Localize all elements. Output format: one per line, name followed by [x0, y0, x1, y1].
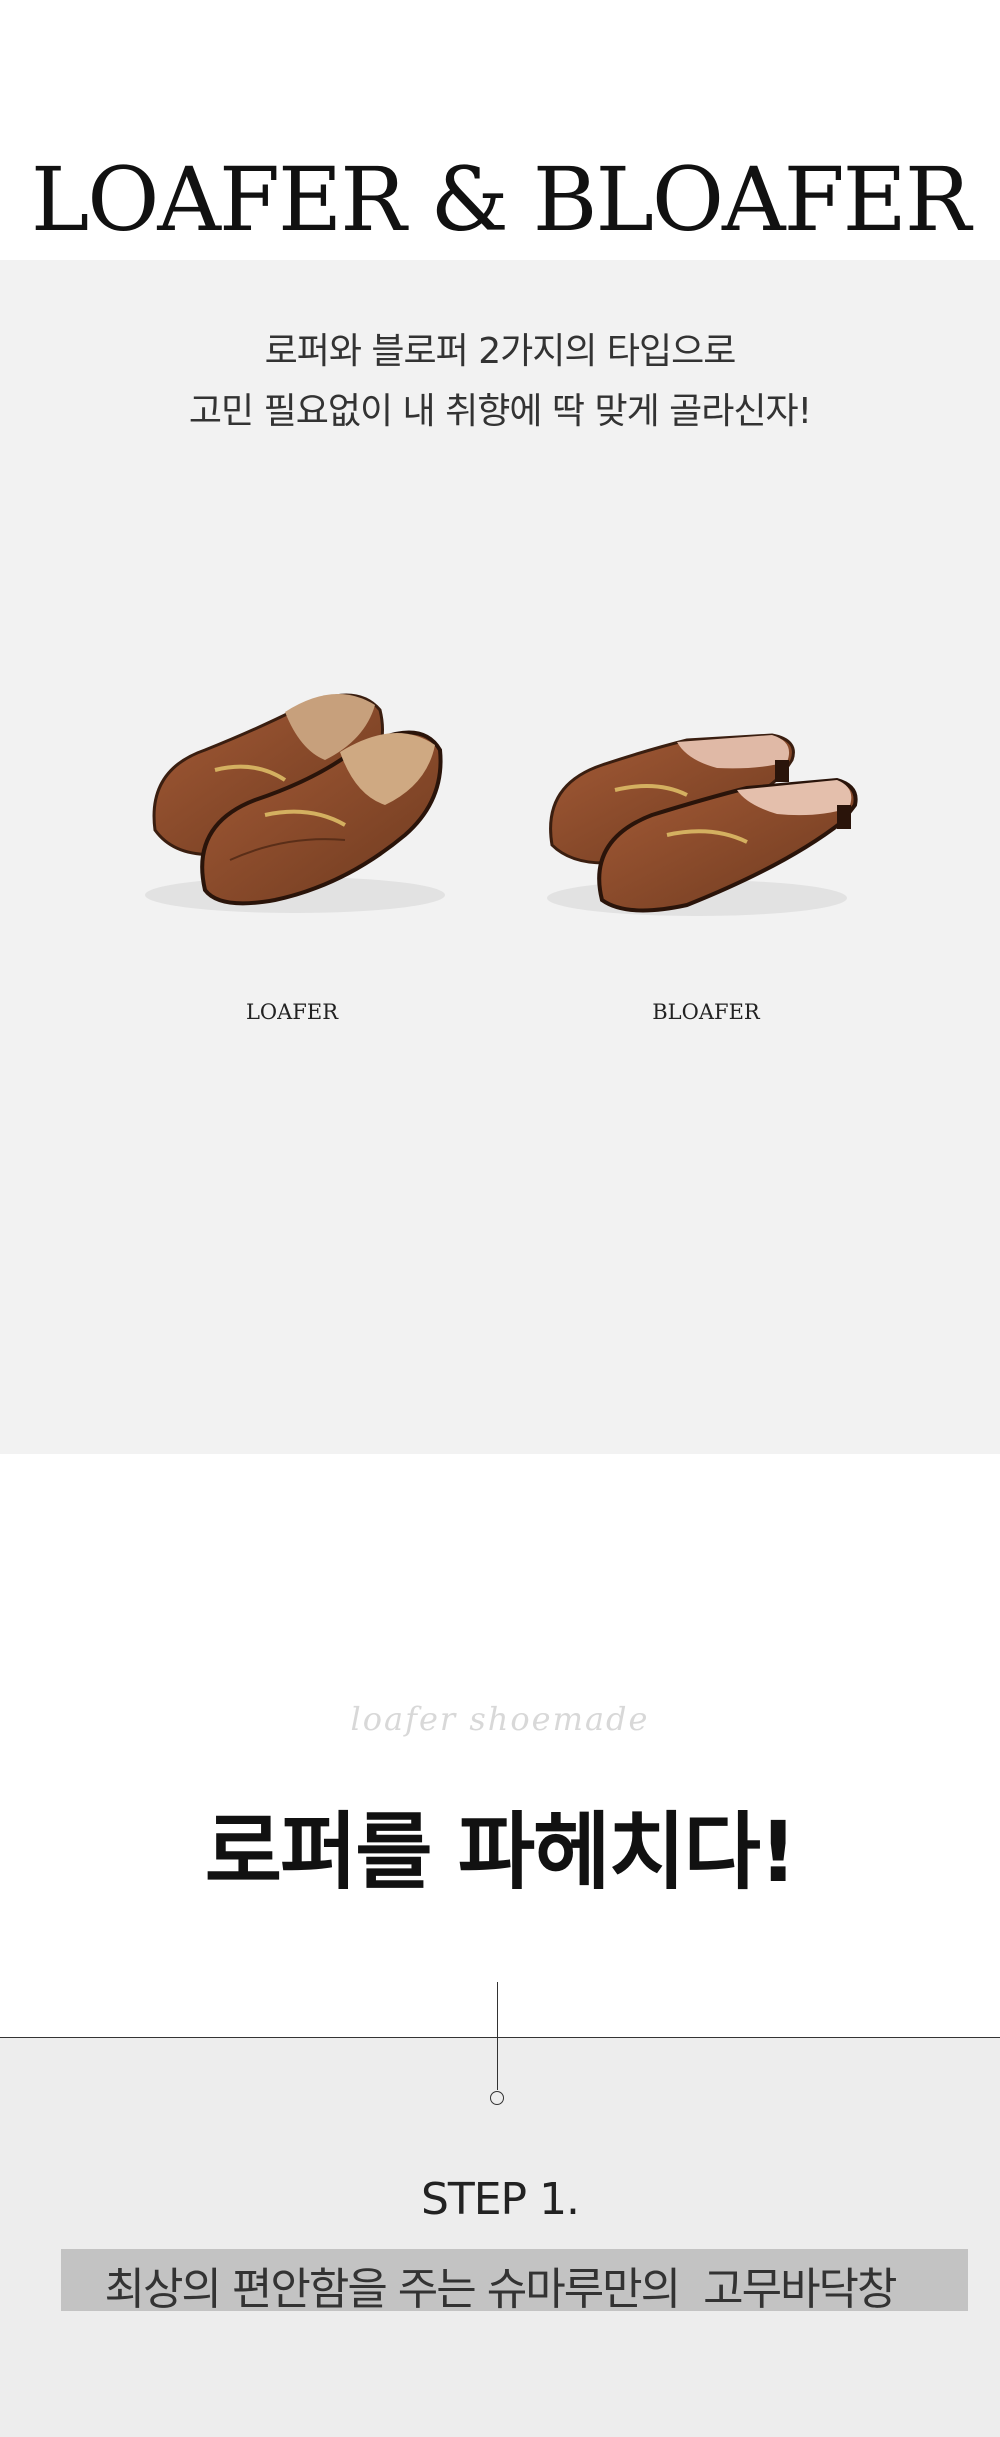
horizontal-divider — [0, 2037, 1000, 2038]
step-description: 최상의 편안함을 주는 슈마루만의 고무바닥창 — [104, 2264, 897, 2315]
bloafer-shoe-pair-image — [547, 733, 858, 916]
description-line-2: 고민 필요없이 내 취향에 딱 맞게 골라신자! — [188, 391, 812, 432]
vertical-connector-line — [497, 1982, 498, 2090]
loafer-product-card — [135, 600, 465, 1020]
section-heading: 로퍼를 파헤치다! — [204, 1803, 798, 1901]
description-line-1: 로퍼와 블로퍼 2가지의 타입으로 — [264, 331, 737, 372]
script-watermark-text: loafer shoemade — [350, 1700, 650, 1738]
detail-intro-section — [0, 1454, 1000, 2038]
step-label: STEP 1. — [420, 2174, 580, 2225]
page-title: LOAFER & BLOAFER — [30, 148, 971, 251]
loafer-shoe-pair-image — [145, 693, 445, 913]
loafer-label: LOAFER — [245, 1000, 339, 1024]
circle-marker-icon — [490, 2091, 504, 2105]
bloafer-label: BLOAFER — [652, 1000, 760, 1024]
bloafer-product-card — [537, 600, 867, 1020]
